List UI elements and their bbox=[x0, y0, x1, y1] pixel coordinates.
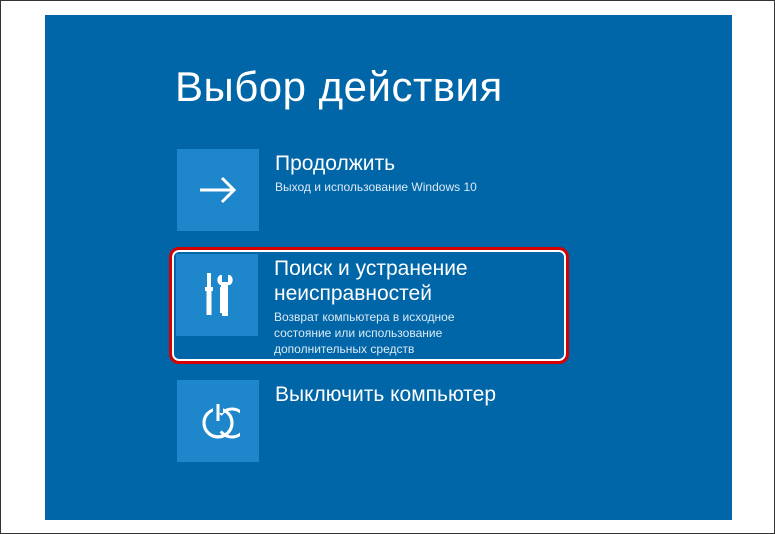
continue-tile[interactable]: Продолжить Выход и использование Windows… bbox=[175, 147, 575, 233]
power-icon bbox=[177, 380, 259, 462]
continue-subtitle: Выход и использование Windows 10 bbox=[275, 180, 495, 196]
continue-title: Продолжить bbox=[275, 151, 573, 176]
continue-text: Продолжить Выход и использование Windows… bbox=[275, 149, 573, 196]
page-title: Выбор действия bbox=[175, 63, 632, 111]
arrow-right-icon bbox=[177, 149, 259, 231]
shutdown-tile[interactable]: Выключить компьютер bbox=[175, 378, 575, 464]
shutdown-title: Выключить компьютер bbox=[275, 382, 573, 407]
shutdown-text: Выключить компьютер bbox=[275, 380, 573, 411]
troubleshoot-text: Поиск и устранение неисправностей Возвра… bbox=[274, 254, 562, 357]
tools-icon bbox=[176, 254, 258, 336]
recovery-screen: Выбор действия Продолжить Выход и исполь… bbox=[45, 15, 732, 520]
troubleshoot-subtitle: Возврат компьютера в исходное состояние … bbox=[274, 310, 494, 357]
troubleshoot-tile[interactable]: Поиск и устранение неисправностей Возвра… bbox=[169, 247, 569, 364]
troubleshoot-title: Поиск и устранение неисправностей bbox=[274, 256, 562, 306]
options-list: Продолжить Выход и использование Windows… bbox=[175, 147, 632, 464]
